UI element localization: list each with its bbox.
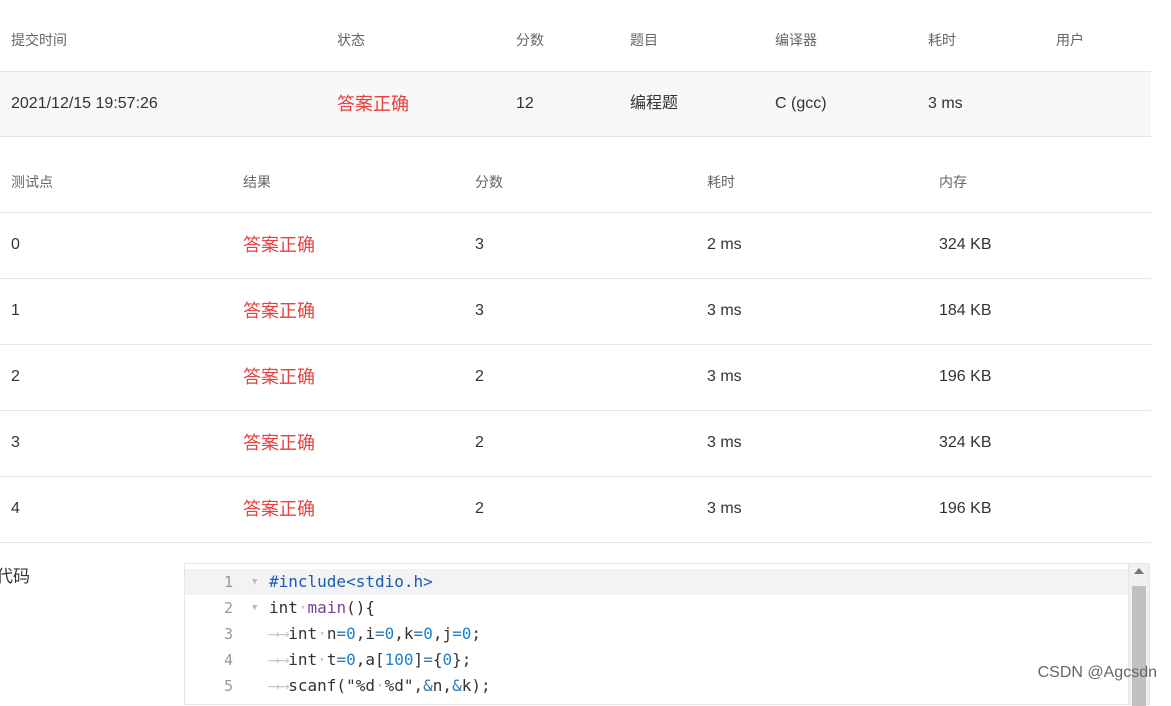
compiler-value: C (gcc)	[775, 95, 827, 112]
scroll-up-arrow-icon[interactable]	[1134, 568, 1144, 574]
code-text: #include<stdio.h>	[269, 572, 433, 591]
fold-triangle-icon[interactable]: ▼	[252, 569, 257, 595]
case-id: 3	[11, 434, 20, 451]
code-text: int·main(){	[269, 598, 375, 617]
header-compiler: 编译器	[775, 32, 817, 48]
code-text: ⟶⟶int·n=0,i=0,k=0,j=0;	[269, 624, 482, 643]
time-value: 3 ms	[928, 95, 963, 112]
line-number: 2	[223, 599, 233, 617]
line-number: 5	[223, 677, 233, 695]
case-score: 3	[475, 236, 484, 253]
table-row: 1 答案正确 3 3 ms 184 KB	[0, 279, 1151, 345]
line-number: 1	[223, 573, 233, 591]
code-line[interactable]: 2 ▼ int·main(){	[185, 595, 1129, 621]
code-label: 代码	[0, 567, 30, 586]
editor-scrollbar[interactable]	[1128, 564, 1149, 706]
code-text: ⟶⟶int·t=0,a[100]={0};	[269, 650, 472, 669]
case-result: 答案正确	[243, 301, 315, 321]
case-memory: 196 KB	[939, 368, 992, 385]
case-id: 4	[11, 500, 20, 517]
case-score: 2	[475, 368, 484, 385]
code-text: ⟶⟶scanf("%d·%d",&n,&k);	[269, 676, 491, 695]
case-memory: 196 KB	[939, 500, 992, 517]
table-row: 4 答案正确 2 3 ms 196 KB	[0, 477, 1151, 543]
case-time: 3 ms	[707, 302, 742, 319]
header-score: 分数	[516, 32, 544, 48]
status-badge: 答案正确	[337, 94, 409, 114]
case-score: 3	[475, 302, 484, 319]
case-score: 2	[475, 500, 484, 517]
watermark: CSDN @Agcsdn	[1037, 664, 1157, 681]
case-id: 1	[11, 302, 20, 319]
case-result: 答案正确	[243, 499, 315, 519]
case-time: 2 ms	[707, 236, 742, 253]
case-time: 3 ms	[707, 368, 742, 385]
case-id: 0	[11, 236, 20, 253]
case-memory: 324 KB	[939, 434, 992, 451]
testcase-table-header: 测试点 结果 分数 耗时 内存	[0, 137, 1151, 213]
code-editor[interactable]: 1 ▼ #include<stdio.h> 2 ▼ int·main(){ 3 …	[184, 563, 1150, 706]
code-line[interactable]: 1 ▼ #include<stdio.h>	[185, 569, 1129, 595]
score-value: 12	[516, 95, 534, 112]
line-number: 3	[223, 625, 233, 643]
scrollbar-thumb[interactable]	[1132, 586, 1146, 706]
header-problem: 题目	[630, 32, 658, 48]
code-line[interactable]: 5 ⟶⟶scanf("%d·%d",&n,&k);	[185, 673, 1129, 699]
submission-row: 2021/12/15 19:57:26 答案正确 12 编程题 C (gcc) …	[0, 71, 1151, 137]
header-user: 用户	[1056, 32, 1084, 48]
table-row: 3 答案正确 2 3 ms 324 KB	[0, 411, 1151, 477]
submit-time: 2021/12/15 19:57:26	[11, 95, 158, 112]
table-row: 0 答案正确 3 2 ms 324 KB	[0, 213, 1151, 279]
fold-triangle-icon[interactable]: ▼	[252, 595, 257, 621]
case-result: 答案正确	[243, 235, 315, 255]
header-time: 耗时	[928, 32, 956, 48]
case-time: 3 ms	[707, 434, 742, 451]
code-line[interactable]: 4 ⟶⟶int·t=0,a[100]={0};	[185, 647, 1129, 673]
case-id: 2	[11, 368, 20, 385]
problem-link[interactable]: 编程题	[630, 72, 678, 136]
case-result: 答案正确	[243, 433, 315, 453]
table-row: 2 答案正确 2 3 ms 196 KB	[0, 345, 1151, 411]
case-score: 2	[475, 434, 484, 451]
submission-table-header: 提交时间 状态 分数 题目 编译器 耗时 用户	[0, 0, 1151, 71]
header-status: 状态	[337, 32, 365, 48]
header-submit-time: 提交时间	[11, 32, 67, 48]
line-number: 4	[223, 651, 233, 669]
case-memory: 184 KB	[939, 302, 992, 319]
case-memory: 324 KB	[939, 236, 992, 253]
case-time: 3 ms	[707, 500, 742, 517]
code-line[interactable]: 3 ⟶⟶int·n=0,i=0,k=0,j=0;	[185, 621, 1129, 647]
case-result: 答案正确	[243, 367, 315, 387]
